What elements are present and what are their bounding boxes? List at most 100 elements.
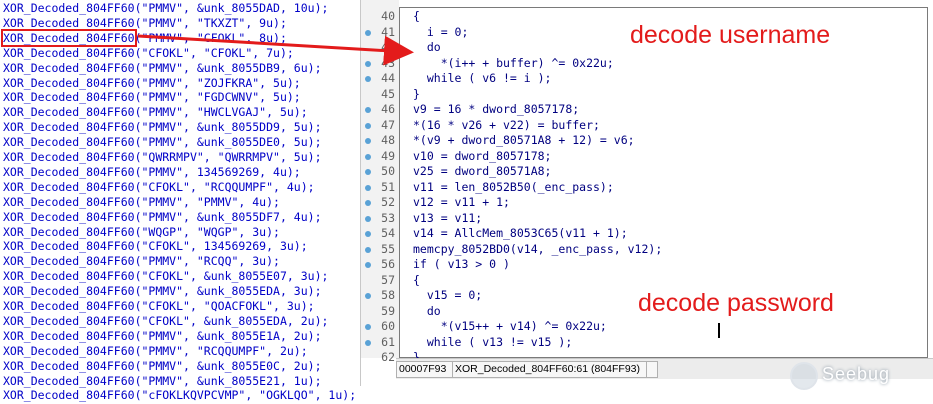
xref-function-name[interactable]: XOR_Decoded_804FF60: [3, 150, 135, 164]
xref-arguments: ("CFOKL", "CFOKL", 7u);: [134, 45, 294, 60]
breakpoint-dot-icon[interactable]: [365, 324, 371, 330]
xref-line[interactable]: XOR_Decoded_804FF60("PMMV", &unk_8055DB9…: [3, 60, 322, 76]
xref-line[interactable]: XOR_Decoded_804FF60("PMMV", &unk_8055DAD…: [3, 0, 328, 16]
code-line[interactable]: 55 memcpy_8052BD0(v14, _enc_pass, v12);: [361, 242, 933, 258]
xref-line[interactable]: XOR_Decoded_804FF60("PMMV", &unk_8055E1A…: [3, 328, 322, 344]
code-line[interactable]: 57 {: [361, 273, 933, 289]
code-line[interactable]: 51 v11 = len_8052B50(_enc_pass);: [361, 180, 933, 196]
xref-line[interactable]: XOR_Decoded_804FF60("CFOKL", "QOACFOKL",…: [3, 298, 315, 314]
breakpoint-dot-icon[interactable]: [365, 262, 371, 268]
code-line[interactable]: 43 *(i++ + buffer) ^= 0x22u;: [361, 56, 933, 72]
xref-line[interactable]: XOR_Decoded_804FF60("WQGP", "WQGP", 3u);: [3, 224, 280, 240]
xref-arguments: ("PMMV", "RCQQ", 3u);: [134, 254, 280, 269]
xref-function-name[interactable]: XOR_Decoded_804FF60: [3, 359, 135, 373]
xref-function-name[interactable]: XOR_Decoded_804FF60: [3, 299, 135, 313]
code-line[interactable]: 44 while ( v6 != i );: [361, 71, 933, 87]
xref-function-name[interactable]: XOR_Decoded_804FF60: [3, 388, 135, 402]
xref-function-name[interactable]: XOR_Decoded_804FF60: [3, 195, 135, 209]
xref-function-name[interactable]: XOR_Decoded_804FF60: [3, 16, 135, 30]
xref-arguments: ("PMMV", &unk_8055DAD, 10u);: [134, 1, 329, 15]
xref-function-name[interactable]: XOR_Decoded_804FF60: [3, 46, 135, 60]
xref-line[interactable]: XOR_Decoded_804FF60("PMMV", &unk_8055EDA…: [3, 283, 322, 299]
xref-function-name[interactable]: XOR_Decoded_804FF60: [3, 374, 135, 388]
xref-function-name[interactable]: XOR_Decoded_804FF60: [3, 135, 135, 149]
xref-function-name[interactable]: XOR_Decoded_804FF60: [3, 180, 135, 194]
xref-line[interactable]: XOR_Decoded_804FF60("CFOKL", &unk_8055ED…: [3, 313, 328, 329]
pseudocode-view[interactable]: 40 {41 i = 0; 42 do 43 *(i++ + buffer) ^= 0…: [360, 0, 933, 386]
xref-function-name[interactable]: XOR_Decoded_804FF60: [1, 28, 137, 47]
breakpoint-dot-icon[interactable]: [365, 184, 371, 191]
code-line[interactable]: 46 v9 = 16 * dword_8057178;: [361, 102, 933, 118]
breakpoint-dot-icon[interactable]: [365, 169, 371, 175]
breakpoint-dot-icon[interactable]: [365, 200, 371, 206]
code-text: if ( v13 > 0 ): [413, 257, 510, 271]
xref-line[interactable]: XOR_Decoded_804FF60("PMMV", "FGDCWNV", 5…: [3, 89, 301, 105]
xref-function-name[interactable]: XOR_Decoded_804FF60: [3, 61, 135, 75]
code-line[interactable]: 45}: [361, 87, 933, 103]
xref-line[interactable]: XOR_Decoded_804FF60("PMMV", "RCQQ", 3u);: [3, 253, 280, 269]
xref-function-name[interactable]: XOR_Decoded_804FF60: [3, 239, 135, 253]
xref-line[interactable]: XOR_Decoded_804FF60("PMMV", "TKXZT", 9u)…: [3, 15, 287, 31]
breakpoint-dot-icon[interactable]: [365, 293, 371, 299]
xref-function-name[interactable]: XOR_Decoded_804FF60: [3, 210, 135, 224]
line-number: 57: [381, 272, 395, 287]
code-line[interactable]: 54 v14 = AllcMem_8053C65(v11 + 1);: [361, 226, 933, 242]
line-number: 41: [381, 24, 395, 39]
code-line[interactable]: 49 v10 = dword_8057178;: [361, 149, 933, 165]
xref-function-name[interactable]: XOR_Decoded_804FF60: [3, 76, 135, 90]
xref-function-name[interactable]: XOR_Decoded_804FF60: [3, 90, 135, 104]
xref-function-name[interactable]: XOR_Decoded_804FF60: [3, 1, 135, 15]
xref-line[interactable]: XOR_Decoded_804FF60("PMMV", &unk_8055DD9…: [3, 119, 322, 135]
breakpoint-dot-icon[interactable]: [365, 231, 371, 237]
breakpoint-dot-icon[interactable]: [365, 246, 371, 253]
breakpoint-dot-icon[interactable]: [365, 122, 371, 129]
xref-line[interactable]: XOR_Decoded_804FF60("PMMV", &unk_8055DF7…: [3, 209, 322, 225]
xref-line[interactable]: XOR_Decoded_804FF60("PMMV", 134569269, 4…: [3, 164, 301, 180]
xref-line[interactable]: XOR_Decoded_804FF60("CFOKL", &unk_8055E0…: [3, 268, 328, 284]
xref-line[interactable]: XOR_Decoded_804FF60("PMMV", "RCQQUMPF", …: [3, 343, 308, 359]
code-line[interactable]: 50 v25 = dword_80571A8;: [361, 164, 933, 180]
xref-function-name[interactable]: XOR_Decoded_804FF60: [3, 314, 135, 328]
code-line[interactable]: 60 *(v15++ + v14) ^= 0x22u;: [361, 319, 933, 335]
breakpoint-dot-icon[interactable]: [365, 60, 371, 67]
xref-function-name[interactable]: XOR_Decoded_804FF60: [3, 120, 135, 134]
xref-function-name[interactable]: XOR_Decoded_804FF60: [3, 344, 135, 358]
xref-arguments: ("PMMV", "ZOJFKRA", 5u);: [134, 75, 301, 90]
breakpoint-dot-icon[interactable]: [365, 215, 371, 222]
xref-line[interactable]: XOR_Decoded_804FF60("PMMV", "PMMV", 4u);: [3, 194, 280, 210]
xref-line[interactable]: XOR_Decoded_804FF60("cFOKLKQVPCVMP", "OG…: [3, 387, 356, 403]
line-number: 46: [381, 102, 395, 116]
code-line[interactable]: 48 *(v9 + dword_80571A8 + 12) = v6;: [361, 133, 933, 149]
xref-function-name[interactable]: XOR_Decoded_804FF60: [3, 329, 135, 343]
breakpoint-dot-icon[interactable]: [365, 339, 371, 346]
xref-line[interactable]: XOR_Decoded_804FF60("PMMV", "ZOJFKRA", 5…: [3, 75, 301, 91]
breakpoint-dot-icon[interactable]: [365, 138, 371, 144]
xref-line[interactable]: XOR_Decoded_804FF60("QWRRMPV", "QWRRMPV"…: [3, 149, 322, 165]
xref-line[interactable]: XOR_Decoded_804FF60("PMMV", &unk_8055DE0…: [3, 134, 322, 150]
code-line[interactable]: 61 while ( v13 != v15 );: [361, 335, 933, 351]
xref-function-name[interactable]: XOR_Decoded_804FF60: [3, 284, 135, 298]
xref-line[interactable]: XOR_Decoded_804FF60("CFOKL", "CFOKL", 7u…: [3, 45, 294, 61]
xref-function-name[interactable]: XOR_Decoded_804FF60: [3, 105, 135, 119]
code-line[interactable]: 52 v12 = v11 + 1;: [361, 195, 933, 211]
breakpoint-dot-icon[interactable]: [365, 76, 371, 82]
xref-line[interactable]: XOR_Decoded_804FF60("PMMV", "HWCLVGAJ", …: [3, 104, 308, 120]
breakpoint-dot-icon[interactable]: [365, 29, 371, 36]
breakpoint-dot-icon[interactable]: [365, 107, 371, 113]
xref-function-name[interactable]: XOR_Decoded_804FF60: [3, 225, 135, 239]
xref-line[interactable]: XOR_Decoded_804FF60("PMMV", &unk_8055E0C…: [3, 358, 322, 374]
xref-line[interactable]: XOR_Decoded_804FF60("PMMV", &unk_8055E21…: [3, 373, 322, 389]
xref-function-name[interactable]: XOR_Decoded_804FF60: [3, 165, 135, 179]
xref-function-name[interactable]: XOR_Decoded_804FF60: [3, 269, 135, 283]
xref-function-name[interactable]: XOR_Decoded_804FF60: [3, 254, 135, 268]
xref-line[interactable]: XOR_Decoded_804FF60("CFOKL", "RCQQUMPF",…: [3, 179, 315, 195]
code-line[interactable]: 53 v13 = v11;: [361, 211, 933, 227]
xref-line[interactable]: XOR_Decoded_804FF60("PMMV", "CFOKL", 8u)…: [1, 28, 287, 47]
xref-line[interactable]: XOR_Decoded_804FF60("CFOKL", 134569269, …: [3, 238, 308, 254]
line-number: 61: [381, 334, 395, 349]
code-line[interactable]: 56 if ( v13 > 0 ): [361, 257, 933, 273]
breakpoint-dot-icon[interactable]: [365, 153, 371, 160]
code-line[interactable]: 47 *(16 * v26 + v22) = buffer;: [361, 118, 933, 134]
code-text: v14 = AllcMem_8053C65(v11 + 1);: [413, 226, 628, 240]
xref-arguments: ("PMMV", "HWCLVGAJ", 5u);: [134, 105, 308, 120]
